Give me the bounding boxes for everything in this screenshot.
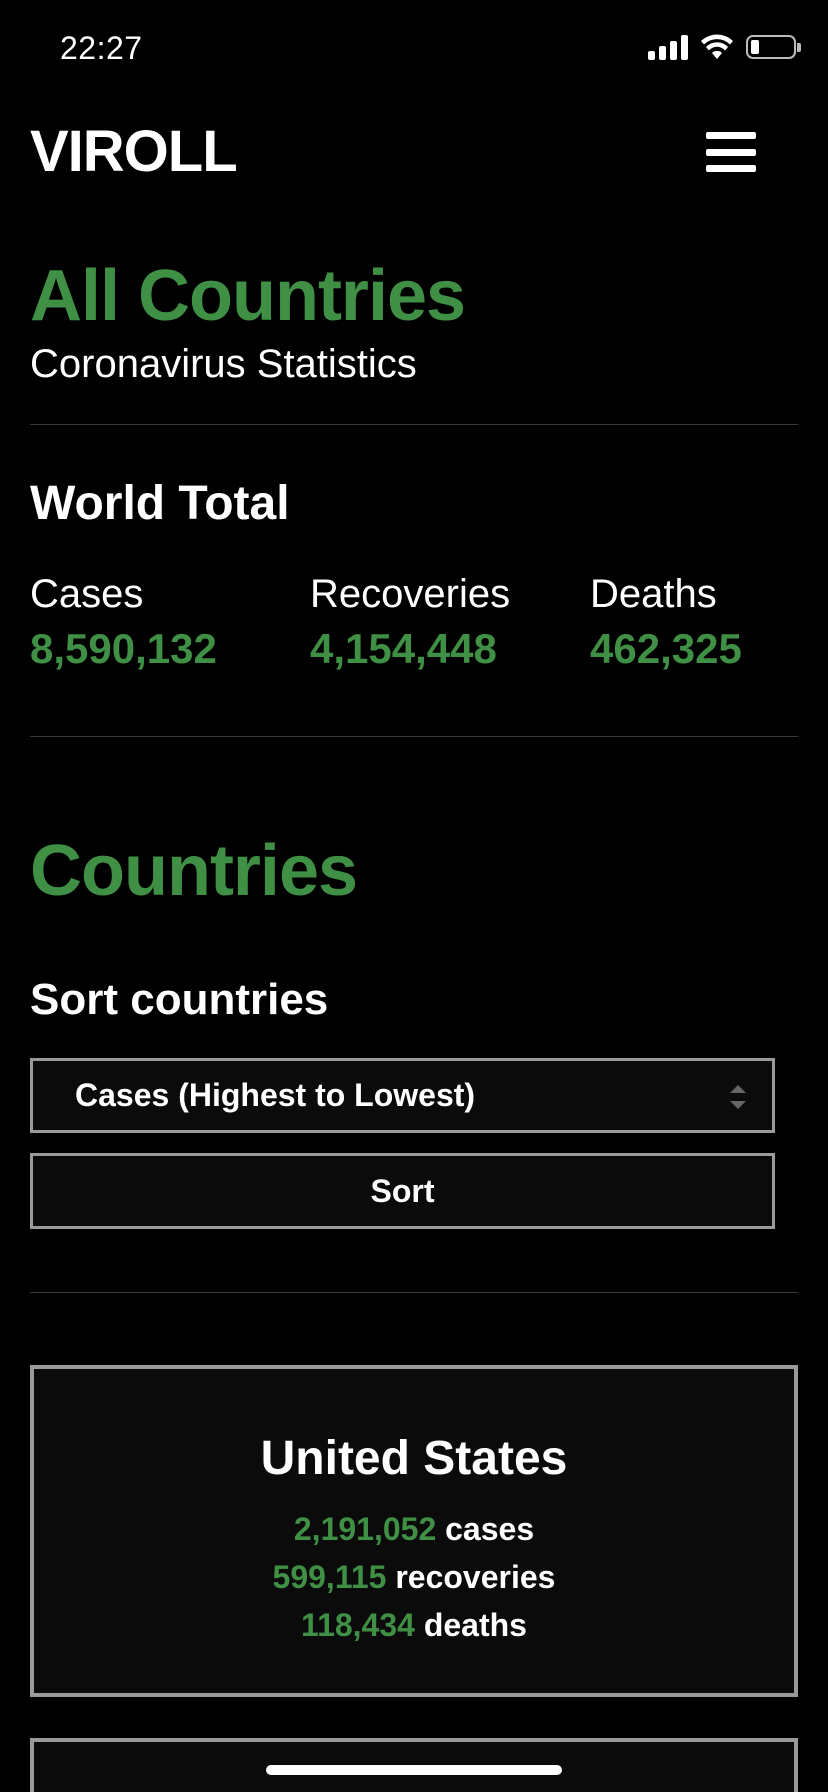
viroll-logo[interactable]: VIROLL bbox=[30, 118, 238, 185]
countries-title: Countries bbox=[30, 831, 358, 911]
cases-value: 2,191,052 bbox=[293, 1511, 437, 1547]
stat-recoveries: Recoveries 4,154,448 bbox=[310, 572, 510, 673]
world-total-title: World Total bbox=[30, 477, 290, 530]
stat-value: 4,154,448 bbox=[310, 625, 497, 672]
country-cases: 2,191,052 cases bbox=[34, 1511, 794, 1548]
stat-value: 462,325 bbox=[590, 625, 742, 672]
stat-label: Recoveries bbox=[310, 572, 511, 616]
deaths-label: deaths bbox=[423, 1607, 527, 1643]
wifi-icon bbox=[701, 34, 733, 59]
recoveries-value: 599,115 bbox=[272, 1559, 387, 1595]
stat-label: Cases bbox=[30, 572, 144, 616]
stat-cases: Cases 8,590,132 bbox=[30, 572, 217, 673]
cellular-signal-icon bbox=[648, 34, 688, 60]
page-title: All Countries bbox=[30, 256, 466, 336]
country-name: United States bbox=[260, 1432, 568, 1485]
page: 22:27 VIROLL All Countries Coronavirus S… bbox=[0, 0, 828, 1792]
page-subtitle: Coronavirus Statistics bbox=[30, 342, 417, 386]
divider bbox=[30, 736, 798, 737]
status-time: 22:27 bbox=[60, 30, 143, 66]
stat-deaths: Deaths 462,325 bbox=[590, 572, 742, 673]
home-indicator[interactable] bbox=[266, 1765, 562, 1775]
recoveries-label: recoveries bbox=[395, 1559, 556, 1595]
status-icons bbox=[648, 34, 801, 60]
cases-label: cases bbox=[445, 1511, 535, 1547]
deaths-value: 118,434 bbox=[301, 1607, 415, 1643]
country-recoveries: 599,115 recoveries bbox=[34, 1559, 794, 1596]
stat-label: Deaths bbox=[590, 572, 717, 616]
sort-order-select[interactable]: Cases (Highest to Lowest) bbox=[30, 1058, 775, 1133]
sort-button[interactable]: Sort bbox=[30, 1153, 775, 1229]
select-arrows-icon bbox=[730, 1085, 746, 1109]
hamburger-menu-icon[interactable] bbox=[706, 132, 756, 172]
divider bbox=[30, 424, 798, 425]
divider bbox=[30, 1292, 798, 1293]
stat-value: 8,590,132 bbox=[30, 625, 217, 672]
sort-selected-value: Cases (Highest to Lowest) bbox=[75, 1077, 476, 1113]
status-bar: 22:27 bbox=[0, 0, 828, 100]
sort-countries-title: Sort countries bbox=[30, 975, 329, 1024]
battery-icon bbox=[746, 35, 801, 59]
country-card[interactable]: United States 2,191,052 cases 599,115 re… bbox=[30, 1365, 798, 1697]
country-deaths: 118,434 deaths bbox=[34, 1607, 794, 1644]
